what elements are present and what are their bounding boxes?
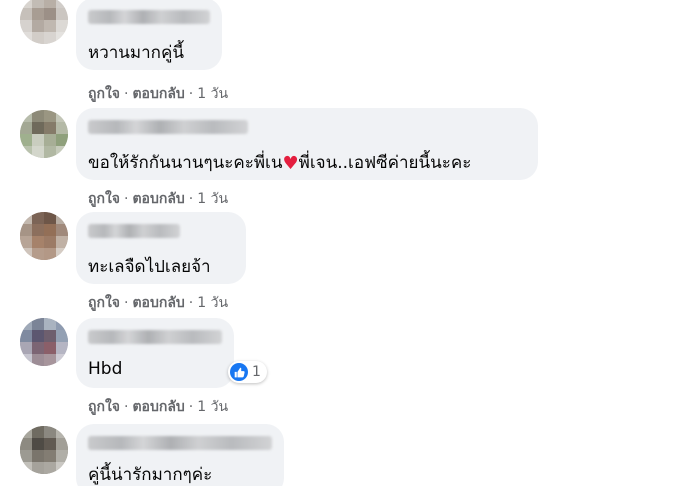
- separator: ·: [188, 295, 194, 311]
- comment-text-part: พี่เจน..เอฟซีค่ายนี้นะคะ: [298, 153, 472, 173]
- comment-actions: ถูกใจ · ตอบกลับ · 1 วัน: [88, 396, 228, 418]
- reply-link[interactable]: ตอบกลับ: [132, 191, 184, 207]
- author-name[interactable]: [88, 10, 210, 24]
- separator: ·: [188, 86, 194, 102]
- author-name[interactable]: [88, 224, 180, 238]
- like-link[interactable]: ถูกใจ: [88, 86, 120, 102]
- comment-text: ทะเลจืดไปเลยจ้า: [88, 257, 211, 277]
- comment-text: คู่นี้น่ารักมากๆค่ะ: [88, 465, 213, 485]
- comment-text-part: ขอให้รักกันนานๆนะคะพี่เน: [88, 153, 283, 173]
- timestamp[interactable]: 1 วัน: [197, 295, 228, 311]
- reaction-count[interactable]: 1: [228, 361, 267, 383]
- author-name[interactable]: [88, 330, 222, 344]
- avatar[interactable]: [20, 0, 68, 44]
- comment-text: Hbd: [88, 359, 123, 379]
- comment-actions: ถูกใจ · ตอบกลับ · 1 วัน: [88, 292, 228, 314]
- author-name[interactable]: [88, 436, 272, 450]
- timestamp[interactable]: 1 วัน: [197, 399, 228, 415]
- comment-actions: ถูกใจ · ตอบกลับ · 1 วัน: [88, 188, 228, 210]
- separator: ·: [188, 399, 194, 415]
- comment-bubble: ขอให้รักกันนานๆนะคะพี่เน♥พี่เจน..เอฟซีค่…: [76, 108, 538, 180]
- comment-list: หวานมากคู่นี้ ถูกใจ · ตอบกลับ · 1 วัน ขอ…: [0, 0, 684, 486]
- reply-link[interactable]: ตอบกลับ: [132, 86, 184, 102]
- avatar[interactable]: [20, 318, 68, 366]
- separator: ·: [124, 295, 129, 311]
- thumbs-up-icon: [230, 363, 248, 381]
- like-link[interactable]: ถูกใจ: [88, 295, 120, 311]
- separator: ·: [124, 399, 129, 415]
- avatar[interactable]: [20, 426, 68, 474]
- avatar[interactable]: [20, 110, 68, 158]
- separator: ·: [124, 191, 129, 207]
- author-name[interactable]: [88, 120, 248, 134]
- comment-bubble: ทะเลจืดไปเลยจ้า: [76, 212, 246, 284]
- comment-text: หวานมากคู่นี้: [88, 43, 184, 63]
- like-link[interactable]: ถูกใจ: [88, 191, 120, 207]
- comment-text: ขอให้รักกันนานๆนะคะพี่เน♥พี่เจน..เอฟซีค่…: [88, 152, 526, 175]
- timestamp[interactable]: 1 วัน: [197, 86, 228, 102]
- heart-icon: ♥: [282, 153, 299, 174]
- comment-bubble: Hbd: [76, 318, 234, 388]
- avatar[interactable]: [20, 212, 68, 260]
- separator: ·: [124, 86, 129, 102]
- timestamp[interactable]: 1 วัน: [197, 191, 228, 207]
- separator: ·: [188, 191, 194, 207]
- reaction-count-label: 1: [252, 364, 261, 380]
- comment-bubble: หวานมากคู่นี้: [76, 0, 222, 70]
- comment-actions: ถูกใจ · ตอบกลับ · 1 วัน: [88, 83, 228, 105]
- reply-link[interactable]: ตอบกลับ: [132, 295, 184, 311]
- like-link[interactable]: ถูกใจ: [88, 399, 120, 415]
- comment-bubble: คู่นี้น่ารักมากๆค่ะ: [76, 424, 284, 486]
- reply-link[interactable]: ตอบกลับ: [132, 399, 184, 415]
